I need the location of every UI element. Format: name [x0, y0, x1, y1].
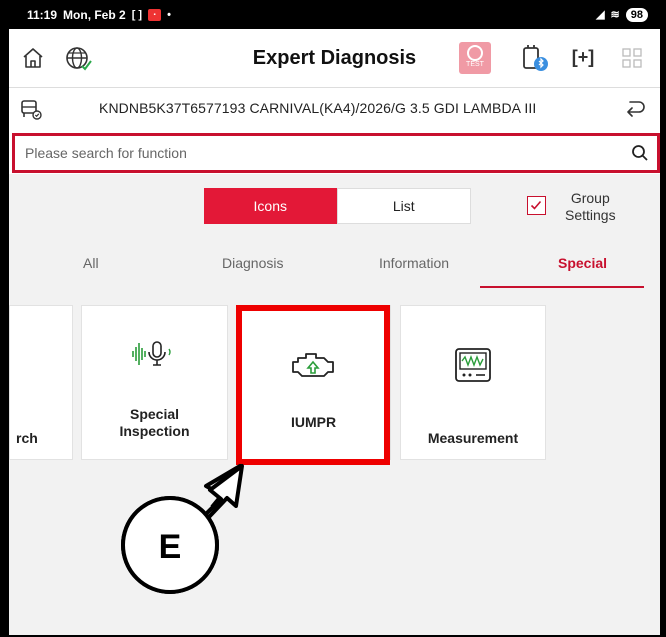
status-time: 11:19 — [27, 7, 58, 22]
oscilloscope-icon — [455, 348, 491, 382]
function-card-special-inspection[interactable]: Special Inspection — [81, 305, 228, 460]
function-card-measurement[interactable]: Measurement — [400, 305, 546, 460]
function-card-partial[interactable]: rch — [9, 305, 73, 460]
vehicle-info-bar: KNDNB5K37T6577193 CARNIVAL(KA4)/2026/G 3… — [9, 87, 660, 132]
function-search-bar[interactable] — [12, 133, 660, 173]
vehicle-info-text: KNDNB5K37T6577193 CARNIVAL(KA4)/2026/G 3… — [99, 100, 537, 116]
test-badge-label: TEST — [466, 61, 484, 68]
category-tabs: All Diagnosis Information Special — [9, 237, 660, 289]
active-tab-indicator — [480, 286, 644, 288]
group-settings-checkbox[interactable] — [527, 196, 546, 215]
steering-wheel-icon — [467, 45, 483, 61]
tab-all[interactable]: All — [83, 255, 99, 271]
view-controls: Icons List Group Settings — [9, 174, 660, 237]
status-bar: 11:19 Mon, Feb 2 [ ] ▪ • ◢ ≋ 98 — [9, 0, 660, 29]
signal-icon: ◢ — [596, 9, 605, 21]
highlight-box — [236, 305, 390, 465]
screen-record-icon: [ ] — [131, 8, 143, 21]
callout-e-pointer: E — [121, 464, 244, 594]
view-toggle: Icons List — [204, 188, 471, 224]
dot-icon: • — [167, 8, 171, 21]
card-label-line1: Special — [129, 406, 180, 422]
battery-indicator: 98 — [625, 7, 648, 22]
callout-letter: E — [159, 528, 182, 566]
test-mode-icon[interactable]: TEST — [459, 42, 491, 74]
card-label: rch — [16, 430, 38, 446]
card-label-line2: Inspection — [119, 423, 190, 439]
app-notification-icon: ▪ — [148, 8, 162, 21]
search-input[interactable] — [23, 144, 607, 162]
vehicle-connected-icon — [21, 100, 42, 120]
fullscreen-icon[interactable]: [+] — [571, 45, 595, 69]
check-icon — [530, 200, 542, 210]
tab-diagnosis[interactable]: Diagnosis — [222, 255, 283, 271]
list-view-button[interactable]: List — [336, 188, 471, 224]
search-icon[interactable] — [631, 144, 649, 162]
group-settings-line1: Group — [570, 190, 610, 206]
icons-view-button[interactable]: Icons — [204, 188, 337, 224]
wifi-icon: ≋ — [610, 9, 620, 21]
tab-information[interactable]: Information — [379, 255, 449, 271]
page-title: Expert Diagnosis — [252, 47, 417, 69]
app-header: Expert Diagnosis TEST [+] — [9, 29, 660, 88]
tab-special[interactable]: Special — [558, 255, 607, 271]
return-icon[interactable] — [624, 98, 646, 120]
group-settings-label[interactable]: Group Settings — [565, 190, 616, 224]
card-label: Measurement — [427, 430, 519, 446]
status-date: Mon, Feb 2 — [63, 7, 126, 22]
apps-grid-icon[interactable] — [621, 47, 643, 69]
group-settings-line2: Settings — [565, 207, 616, 223]
vci-bluetooth-icon[interactable] — [519, 42, 551, 74]
voice-wave-icon — [131, 341, 171, 366]
